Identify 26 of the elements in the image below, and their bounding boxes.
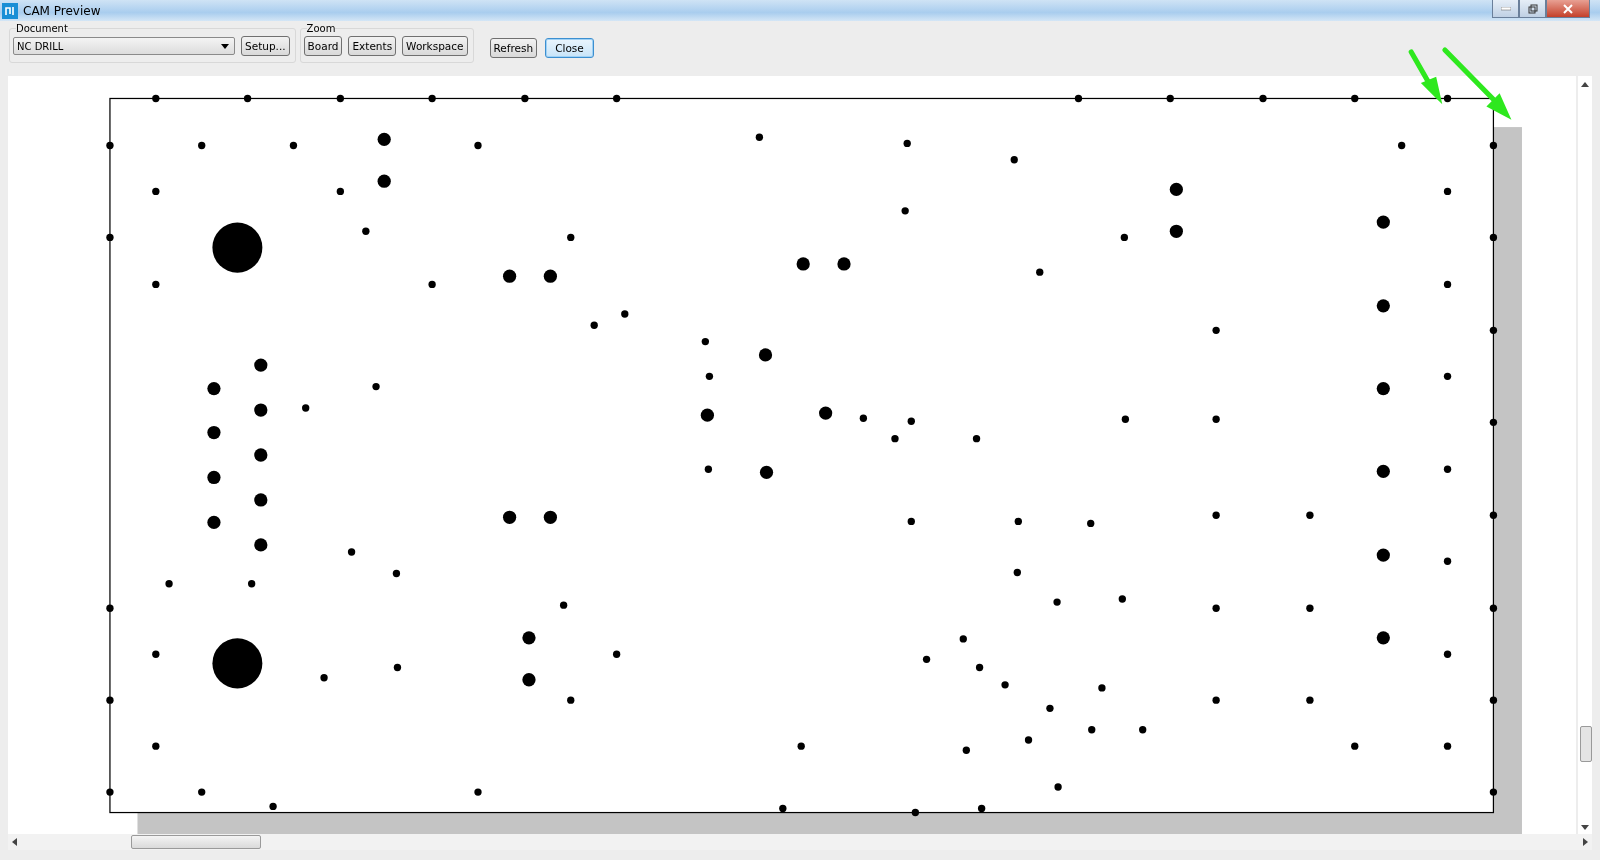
toolbar-button[interactable]: Close	[545, 38, 594, 58]
zoom-button[interactable]: Workspace	[402, 36, 468, 56]
maximize-icon	[1527, 3, 1538, 14]
maximize-button[interactable]	[1519, 0, 1546, 18]
horizontal-scrollbar[interactable]	[8, 834, 1592, 850]
scroll-down-icon[interactable]	[1581, 825, 1589, 830]
setup-button[interactable]: Setup...	[241, 36, 290, 56]
close-button[interactable]	[1546, 0, 1590, 18]
vertical-scrollbar[interactable]	[1578, 76, 1592, 834]
scroll-right-icon[interactable]	[1583, 838, 1588, 846]
group-label: Zoom	[306, 23, 336, 34]
scroll-up-icon[interactable]	[1581, 82, 1589, 87]
minimize-icon	[1500, 6, 1511, 11]
zoom-button[interactable]: Extents	[348, 36, 397, 56]
window-title: CAM Preview	[23, 3, 101, 18]
scroll-left-icon[interactable]	[12, 838, 17, 846]
document-dropdown[interactable]: NC DRILL	[13, 37, 235, 55]
scroll-thumb[interactable]	[1580, 726, 1592, 762]
minimize-button[interactable]	[1492, 0, 1519, 18]
toolbar-button[interactable]: Refresh	[489, 38, 538, 58]
caret-icon	[221, 43, 229, 49]
scroll-thumb[interactable]	[131, 835, 261, 849]
app-icon	[2, 2, 18, 19]
group-label: Document	[16, 23, 68, 34]
close-icon	[1563, 3, 1573, 14]
zoom-button[interactable]: Board	[303, 36, 343, 56]
